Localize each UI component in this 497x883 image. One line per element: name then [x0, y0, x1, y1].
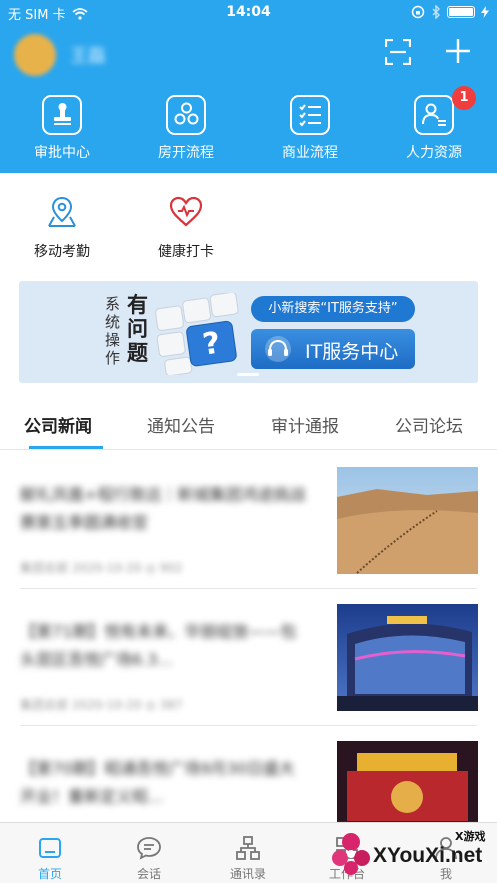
- news-meta: 集团总部 2020-10-20 ◎ 902: [20, 561, 183, 575]
- it-service-banner[interactable]: 系统操作 有问题 ? 小新搜索“IT服务支持” IT服务中心: [19, 281, 478, 383]
- banner-side-text-big: 有问题: [127, 293, 148, 365]
- app-mobile-attendance[interactable]: 移动考勤: [12, 195, 112, 265]
- avatar[interactable]: [14, 34, 56, 76]
- scan-icon[interactable]: [385, 39, 411, 65]
- site-watermark: X游戏 XYouXi.net: [331, 826, 497, 883]
- headset-icon: [265, 336, 291, 362]
- status-bar: 无 SIM 卡 14:04: [0, 0, 497, 24]
- watermark-big-text: XYouXi.net: [373, 844, 483, 867]
- tab-company-news[interactable]: 公司新闻: [24, 412, 92, 437]
- rotation-lock-icon: [411, 5, 425, 19]
- quick-action-approval[interactable]: 审批中心: [0, 92, 124, 166]
- news-thumbnail-mall: [337, 604, 478, 711]
- news-thumbnail-desert: [337, 467, 478, 574]
- app-label: 移动考勤: [34, 244, 90, 260]
- tabbar-contacts[interactable]: 通讯录: [198, 823, 298, 883]
- news-title: 献礼凤凰+程行致远｜新城集团鸿途挑战赛第五季圆满收官: [20, 485, 306, 532]
- news-tabs: 公司新闻 通知公告 审计通报 公司论坛: [0, 398, 497, 450]
- tabbar-label: 首页: [37, 867, 62, 881]
- news-item[interactable]: 【第71期】悦有未来、华丽绽放——包头昆区吾悦广场6.3... 集团总部 202…: [0, 604, 497, 744]
- app-header: 无 SIM 卡 14:04 王磊 审批中心 房开流程 商业流程 1 人力资源: [0, 0, 497, 173]
- quick-action-hr[interactable]: 1 人力资源: [372, 86, 496, 166]
- news-title: 【第71期】悦有未来、华丽绽放——包头昆区吾悦广场6.3...: [20, 622, 297, 669]
- news-item[interactable]: 献礼凤凰+程行致远｜新城集团鸿途挑战赛第五季圆满收官 集团总部 2020-10-…: [0, 467, 497, 607]
- notification-badge: 1: [452, 86, 476, 110]
- keyboard-question-icon: ?: [155, 293, 239, 375]
- org-chart-icon: [236, 836, 260, 860]
- quick-action-label: 审批中心: [34, 145, 90, 161]
- tabbar-chat[interactable]: 会话: [99, 823, 199, 883]
- checklist-icon: [290, 95, 330, 135]
- tab-notices[interactable]: 通知公告: [147, 412, 215, 437]
- app-health-checkin[interactable]: 健康打卡: [136, 195, 236, 265]
- tab-audit-reports[interactable]: 审计通报: [271, 412, 339, 437]
- it-service-center-box: IT服务中心: [251, 329, 415, 369]
- tabbar-home[interactable]: 首页: [0, 823, 100, 883]
- heart-icon: [169, 196, 203, 227]
- divider: [20, 588, 477, 589]
- quick-action-label: 商业流程: [282, 145, 338, 161]
- battery-icon: [447, 6, 475, 18]
- quick-action-business-flow[interactable]: 商业流程: [248, 92, 372, 166]
- watermark-small-text: X游戏: [455, 830, 486, 843]
- it-service-center-label: IT服务中心: [305, 341, 399, 363]
- location-pin-icon: [48, 196, 76, 227]
- username: 王磊: [70, 46, 106, 67]
- flow-icon: [166, 95, 206, 135]
- tab-company-forum[interactable]: 公司论坛: [395, 412, 463, 437]
- divider: [20, 725, 477, 726]
- gamepad-logo-icon: [332, 833, 370, 875]
- news-title: 【第70期】昭通吾悦广场9月30日盛大开业！重新定义昭...: [20, 759, 295, 806]
- banner-side-text-small: 系统操作: [105, 295, 121, 367]
- person-card-icon: [414, 95, 454, 135]
- quick-action-property-flow[interactable]: 房开流程: [124, 92, 248, 166]
- bluetooth-icon: [432, 5, 440, 19]
- active-tab-indicator: [29, 446, 103, 449]
- chat-icon: [137, 837, 161, 860]
- carousel-indicator: [237, 373, 259, 376]
- quick-action-label: 人力资源: [406, 145, 462, 161]
- app-label: 健康打卡: [158, 244, 214, 260]
- home-icon: [39, 838, 61, 858]
- tabbar-label: 会话: [136, 867, 161, 881]
- stamp-icon: [42, 95, 82, 135]
- charging-icon: [481, 6, 489, 18]
- tabbar-label: 通讯录: [229, 867, 266, 881]
- news-meta: 集团总部 2020-10-20 ◎ 387: [20, 698, 183, 712]
- quick-action-label: 房开流程: [158, 145, 214, 161]
- banner-search-pill: 小新搜索“IT服务支持”: [251, 296, 415, 322]
- plus-icon[interactable]: [444, 37, 472, 65]
